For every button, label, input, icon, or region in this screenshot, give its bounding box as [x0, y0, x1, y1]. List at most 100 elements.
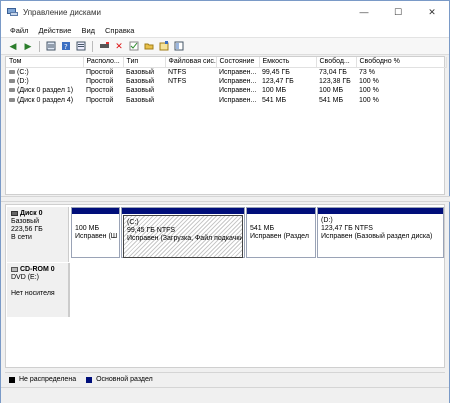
- menu-help[interactable]: Справка: [100, 26, 139, 35]
- cdrom-0-state: Нет носителя: [11, 290, 55, 297]
- volume-icon: [9, 97, 15, 102]
- back-arrow-icon[interactable]: ◀: [7, 40, 19, 52]
- table-cell: NTFS: [168, 77, 187, 85]
- toolbar: ◀ ▶ ? ✕: [1, 38, 449, 55]
- disk-management-window: Управление дисками — ☐ ✕ Файл Действие В…: [0, 0, 450, 403]
- open-folder-icon[interactable]: [143, 40, 155, 52]
- partition-status: Исправен (Базовый раздел диска): [321, 233, 433, 240]
- cdrom-0-media-area[interactable]: [69, 263, 444, 317]
- table-cell: Простой: [86, 87, 114, 95]
- table-cell: 73,04 ГБ: [319, 68, 347, 76]
- table-cell: Исправен...: [219, 96, 257, 104]
- menu-action[interactable]: Действие: [33, 26, 76, 35]
- legend: Не распределена Основной раздел: [5, 372, 445, 386]
- window-title: Управление дисками: [23, 7, 101, 17]
- legend-unallocated: Не распределена: [19, 376, 77, 383]
- column-header-capacity[interactable]: Емкость: [259, 57, 317, 68]
- properties-icon[interactable]: [75, 40, 87, 52]
- unallocated-swatch: [9, 376, 15, 383]
- disk-0-info[interactable]: Диск 0 Базовый 223,56 ГБ В сети: [7, 207, 69, 262]
- partition-d[interactable]: (D:) 123,47 ГБ NTFS Исправен (Базовый ра…: [317, 207, 444, 258]
- table-cell: 541 МБ: [319, 96, 344, 104]
- partition-label: [250, 217, 315, 225]
- disk-0-state: В сети: [11, 234, 32, 241]
- disk-0-name: Диск 0: [11, 210, 68, 218]
- column-header-free-space[interactable]: Свобод...: [316, 57, 357, 68]
- table-cell: Базовый: [126, 87, 155, 95]
- table-cell: (Диск 0 раздел 1): [6, 86, 83, 96]
- table-cell: (D:): [6, 77, 83, 87]
- minimize-button[interactable]: —: [347, 1, 381, 23]
- table-cell: 99,45 ГБ: [262, 68, 290, 76]
- table-row[interactable]: (Диск 0 раздел 4) Простой Базовый Исправ…: [6, 96, 446, 106]
- cdrom-0-row: CD-ROM 0 DVD (E:) Нет носителя: [7, 263, 444, 317]
- table-cell: 541 МБ: [262, 96, 287, 104]
- partition-status: Исправен (Ш: [75, 233, 118, 240]
- title-bar: Управление дисками — ☐ ✕: [1, 1, 449, 23]
- help-icon[interactable]: ?: [60, 40, 72, 52]
- list-view-icon[interactable]: [45, 40, 57, 52]
- column-header-type[interactable]: Тип: [123, 57, 166, 68]
- table-cell: Простой: [86, 77, 114, 85]
- table-cell: 123,38 ГБ: [319, 77, 351, 85]
- volume-icon: [9, 88, 15, 93]
- cdrom-0-name: CD-ROM 0: [11, 266, 68, 274]
- table-cell: Исправен...: [219, 68, 257, 76]
- table-cell: Базовый: [126, 77, 155, 85]
- column-header-status[interactable]: Состояние: [216, 57, 260, 68]
- menu-view[interactable]: Вид: [76, 26, 100, 35]
- volume-table: Том Располо... Тип Файловая сис... Состо…: [6, 57, 447, 105]
- table-cell: (C:): [6, 67, 83, 77]
- table-cell: NTFS: [168, 68, 187, 76]
- pane-splitter[interactable]: [1, 196, 450, 202]
- table-cell: Простой: [86, 96, 114, 104]
- partition-size: 123,47 ГБ NTFS: [321, 225, 373, 232]
- table-row[interactable]: (D:) Простой Базовый NTFS Исправен... 12…: [6, 77, 446, 87]
- table-cell: 100 %: [359, 77, 379, 85]
- disk-0-type: Базовый: [11, 218, 40, 225]
- disk-0-row: Диск 0 Базовый 223,56 ГБ В сети 100 МБ И…: [7, 207, 444, 262]
- table-cell: Исправен...: [219, 77, 257, 85]
- connect-disk-icon[interactable]: [98, 40, 110, 52]
- delete-icon[interactable]: ✕: [113, 40, 125, 52]
- table-row[interactable]: (C:) Простой Базовый NTFS Исправен... 99…: [6, 67, 446, 77]
- column-header-volume[interactable]: Том: [6, 57, 84, 68]
- cdrom-0-info[interactable]: CD-ROM 0 DVD (E:) Нет носителя: [7, 263, 69, 317]
- table-row[interactable]: (Диск 0 раздел 1) Простой Базовый Исправ…: [6, 86, 446, 96]
- disk-graphical-view: Диск 0 Базовый 223,56 ГБ В сети 100 МБ И…: [5, 204, 445, 368]
- disk-0-size: 223,56 ГБ: [11, 226, 43, 233]
- column-header-layout[interactable]: Располо...: [83, 57, 124, 68]
- menu-file[interactable]: Файл: [5, 26, 33, 35]
- partition-label: (C:): [127, 219, 139, 226]
- status-bar: [1, 387, 449, 403]
- partition-status: Исправен (Загрузка, Файл подкачки: [127, 235, 243, 242]
- cdrom-0-drive: DVD (E:): [11, 274, 39, 281]
- partition-4[interactable]: 541 МБ Исправен (Раздел: [246, 207, 316, 258]
- column-header-filesystem[interactable]: Файловая сис...: [165, 57, 217, 68]
- primary-partition-swatch: [86, 376, 93, 383]
- new-folder-icon[interactable]: [158, 40, 170, 52]
- column-header-free-percent[interactable]: Свободно %: [356, 57, 447, 68]
- check-icon[interactable]: [128, 40, 140, 52]
- primary-partition-bar: [122, 208, 244, 214]
- partition-c[interactable]: (C:) 99,45 ГБ NTFS Исправен (Загрузка, Ф…: [121, 207, 245, 258]
- table-cell: 100 МБ: [262, 87, 287, 95]
- partition-1[interactable]: 100 МБ Исправен (Ш: [71, 207, 120, 258]
- close-button[interactable]: ✕: [415, 1, 449, 23]
- table-cell: Базовый: [126, 96, 155, 104]
- partition-status: Исправен (Раздел: [250, 233, 309, 240]
- cd-rom-icon: [11, 266, 18, 272]
- view-pane-icon[interactable]: [173, 40, 185, 52]
- menu-bar: Файл Действие Вид Справка: [1, 23, 449, 38]
- maximize-button[interactable]: ☐: [381, 1, 415, 23]
- svg-text:?: ?: [64, 43, 68, 51]
- table-cell: 100 %: [359, 87, 379, 95]
- partition-size: 100 МБ: [75, 225, 100, 232]
- table-cell: [165, 86, 216, 96]
- table-cell: 100 %: [359, 96, 379, 104]
- volume-list: Том Располо... Тип Файловая сис... Состо…: [5, 56, 447, 195]
- forward-arrow-icon[interactable]: ▶: [22, 40, 34, 52]
- table-cell: [165, 96, 216, 106]
- table-header: Том Располо... Тип Файловая сис... Состо…: [6, 57, 447, 68]
